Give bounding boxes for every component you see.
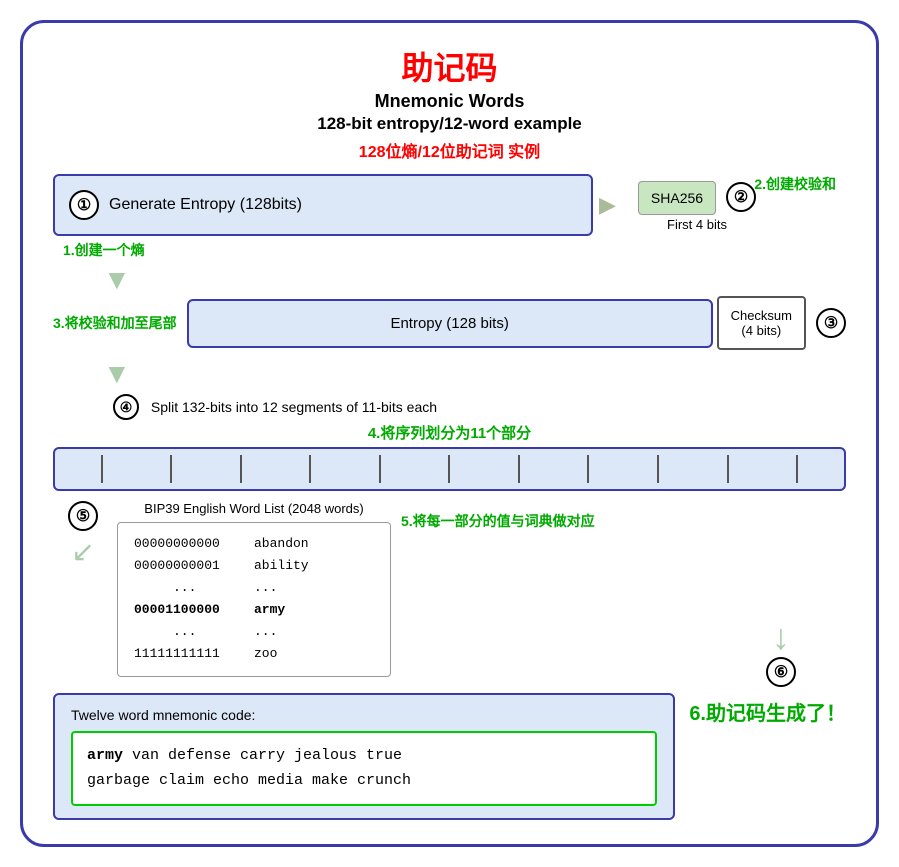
step4-annotation: 4.将序列划分为11个部分 — [53, 422, 846, 443]
subtitle2: 128-bit entropy/12-word example — [53, 114, 846, 134]
first4-label: First 4 bits — [667, 217, 727, 232]
entropy-box: Entropy (128 bits) — [187, 299, 713, 348]
list-item-highlight: 00001100000army — [134, 599, 374, 621]
circle-2: ② — [726, 182, 756, 212]
list-item: 00000000001ability — [134, 555, 374, 577]
word-list-title: BIP39 English Word List (2048 words) — [144, 501, 363, 516]
step1-box: ① Generate Entropy (128bits) — [53, 174, 593, 236]
step1-annotation: 1.创建一个熵 — [63, 240, 756, 260]
main-title: 助记码 — [53, 43, 846, 89]
sha-box: SHA256 — [638, 181, 716, 215]
step1-label: Generate Entropy (128bits) — [109, 196, 302, 214]
step4-area: ④ Split 132-bits into 12 segments of 11-… — [53, 394, 846, 491]
checksum-box: Checksum(4 bits) — [717, 296, 806, 350]
arrow-down-6: ↓ — [772, 617, 790, 657]
circle-6: ⑥ — [766, 657, 796, 687]
step5-annotation: 5.将每一部分的值与词典做对应 — [401, 513, 595, 529]
list-item: 00000000000abandon — [134, 533, 374, 555]
step5-area: ⑤ ↙ BIP39 English Word List (2048 words)… — [53, 501, 846, 677]
checksum-label: Checksum(4 bits) — [731, 308, 792, 338]
word-list-container: 00000000000abandon 00000000001ability ..… — [117, 522, 391, 677]
circle-4: ④ — [113, 394, 139, 420]
subtitle-cn: 128位熵/12位助记词 实例 — [53, 138, 846, 162]
step5-right: 5.将每一部分的值与词典做对应 — [391, 501, 595, 531]
step6-annotation: 6.助记码生成了！ — [689, 697, 846, 726]
entropy-label: Entropy (128 bits) — [390, 315, 508, 332]
arrow-down-5: ↙ — [71, 537, 94, 568]
left-arrow-section: ⑤ ↙ — [53, 501, 113, 568]
step2-area: SHA256 ② First 4 bits — [622, 179, 756, 232]
sha-label: SHA256 — [651, 190, 703, 206]
mnemonic-rest: van defense carry jealous truegarbage cl… — [87, 747, 411, 790]
mnemonic-bold-word: army — [87, 747, 123, 764]
step6-title: Twelve word mnemonic code: — [71, 707, 657, 723]
step4-text: ④ Split 132-bits into 12 segments of 11-… — [113, 394, 846, 420]
step4-description: Split 132-bits into 12 segments of 11-bi… — [151, 399, 437, 415]
step6-row: Twelve word mnemonic code: army van defe… — [53, 693, 846, 820]
mnemonic-display: army van defense carry jealous truegarba… — [71, 731, 657, 806]
list-item: ...... — [134, 577, 374, 599]
list-item: 11111111111zoo — [134, 643, 374, 665]
segments-box — [53, 447, 846, 491]
step3-annotation: 3.将校验和加至尾部 — [53, 313, 177, 333]
subtitle1: Mnemonic Words — [53, 91, 846, 112]
main-container: 助记码 Mnemonic Words 128-bit entropy/12-wo… — [20, 20, 879, 847]
circle-5: ⑤ — [68, 501, 98, 531]
step6-box: Twelve word mnemonic code: army van defe… — [53, 693, 675, 820]
step2-annotation: 2.创建校验和 — [754, 174, 836, 194]
circle-3: ③ — [816, 308, 846, 338]
list-item: ...... — [134, 621, 374, 643]
word-list-table: 00000000000abandon 00000000001ability ..… — [134, 533, 374, 666]
circle6-area: ↓ ⑥ — [766, 617, 796, 687]
step3-row: 3.将校验和加至尾部 Entropy (128 bits) Checksum(4… — [53, 296, 846, 350]
circle-1: ① — [69, 190, 99, 220]
